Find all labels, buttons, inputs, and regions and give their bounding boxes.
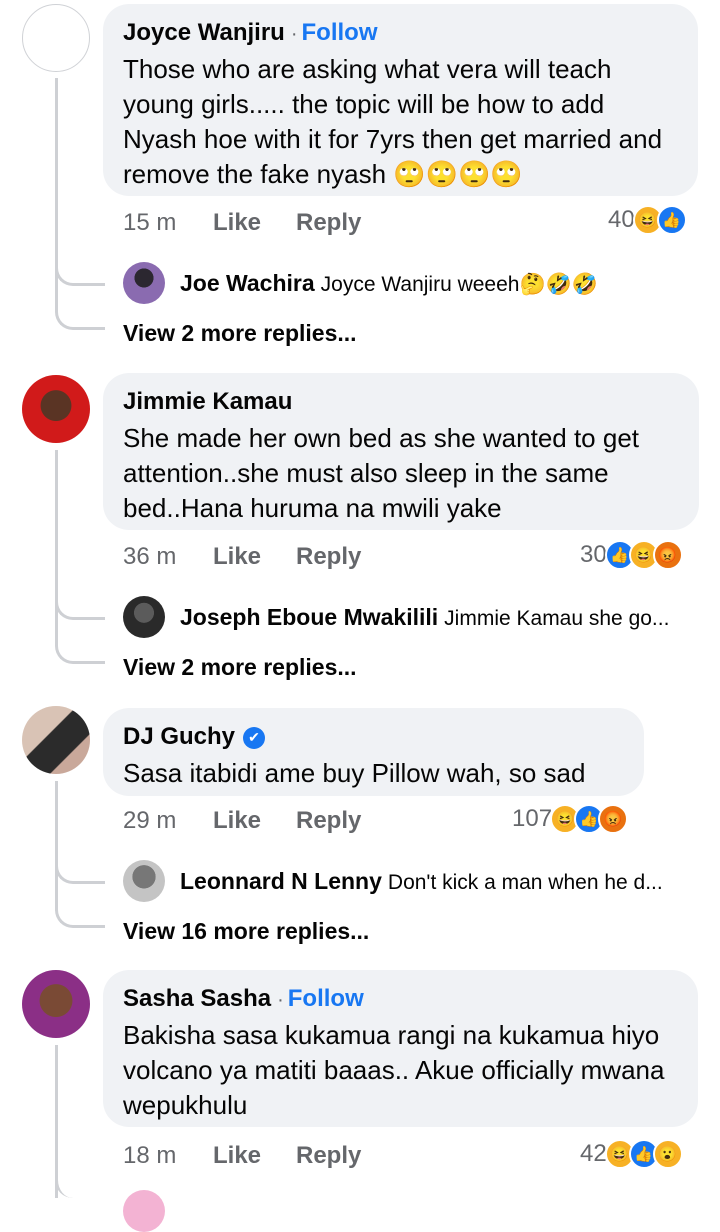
- reply-button[interactable]: Reply: [296, 807, 361, 835]
- separator-dot: ·: [290, 23, 298, 45]
- comment-actions: 29 m Like Reply: [123, 807, 361, 835]
- comment-time[interactable]: 29 m: [123, 807, 213, 835]
- verified-badge-icon: ✔: [243, 726, 266, 749]
- comment-actions: 18 m Like Reply: [123, 1142, 361, 1170]
- reaction-summary[interactable]: 30 👍 😆 😡: [580, 540, 683, 570]
- reply-text: Joyce Wanjiru weeeh🤔🤣🤣: [320, 273, 598, 296]
- comment-time[interactable]: 18 m: [123, 1142, 213, 1170]
- reply-avatar[interactable]: [123, 1190, 165, 1232]
- reply-avatar[interactable]: [123, 596, 165, 638]
- like-button[interactable]: Like: [213, 807, 296, 835]
- comment-bubble: Jimmie Kamau She made her own bed as she…: [103, 373, 699, 530]
- comment-time[interactable]: 15 m: [123, 209, 213, 237]
- reply-connector: [55, 854, 105, 884]
- reply-button[interactable]: Reply: [296, 209, 361, 237]
- comment-author[interactable]: DJ Guchy: [123, 723, 235, 750]
- reaction-count: 107: [512, 805, 553, 832]
- comment-text: She made her own bed as she wanted to ge…: [123, 423, 640, 523]
- reply-button[interactable]: Reply: [296, 1142, 361, 1170]
- comment-time[interactable]: 36 m: [123, 543, 213, 571]
- wow-reaction-icon: 😮: [652, 1139, 683, 1169]
- like-button[interactable]: Like: [213, 543, 296, 571]
- thread-line: [55, 450, 58, 646]
- reply-connector: [55, 590, 105, 620]
- like-reaction-icon: 👍: [656, 205, 687, 235]
- comment-actions: 36 m Like Reply: [123, 543, 361, 571]
- like-button[interactable]: Like: [213, 209, 296, 237]
- reply-connector: [55, 300, 105, 330]
- reaction-summary[interactable]: 40 😆 👍: [608, 205, 687, 235]
- reply-preview[interactable]: Joseph Eboue Mwakilili Jimmie Kamau she g…: [180, 604, 669, 631]
- follow-button[interactable]: Follow: [288, 985, 364, 1012]
- comment-author[interactable]: Joyce Wanjiru: [123, 19, 285, 46]
- comment-actions: 15 m Like Reply: [123, 209, 361, 237]
- reply-avatar[interactable]: [123, 860, 165, 902]
- reply-connector: [55, 898, 105, 928]
- comment-bubble: Joyce Wanjiru · Follow Those who are askin…: [103, 4, 698, 196]
- follow-button[interactable]: Follow: [302, 19, 378, 46]
- view-more-replies[interactable]: View 2 more replies...: [123, 320, 357, 347]
- comment-text: Bakisha sasa kukamua rangi na kukamua hi…: [123, 1020, 665, 1120]
- like-button[interactable]: Like: [213, 1142, 296, 1170]
- reply-button[interactable]: Reply: [296, 543, 361, 571]
- view-more-replies[interactable]: View 2 more replies...: [123, 654, 357, 681]
- reaction-count: 30: [580, 541, 607, 568]
- reaction-count: 40: [608, 206, 635, 233]
- avatar[interactable]: [22, 970, 90, 1038]
- reply-preview[interactable]: Joe Wachira Joyce Wanjiru weeeh🤔🤣🤣: [180, 270, 598, 297]
- comment-text: Sasa itabidi ame buy Pillow wah, so sad: [123, 758, 586, 788]
- reply-text: Don't kick a man when he d...: [387, 871, 663, 894]
- reply-connector: [55, 256, 105, 286]
- avatar[interactable]: [22, 4, 90, 72]
- reply-author[interactable]: Leonnard N Lenny: [180, 868, 382, 894]
- separator-dot: ·: [277, 989, 284, 1011]
- reply-avatar[interactable]: [123, 262, 165, 304]
- angry-reaction-icon: 😡: [652, 540, 683, 570]
- view-more-replies[interactable]: View 16 more replies...: [123, 918, 369, 945]
- reply-preview[interactable]: Leonnard N Lenny Don't kick a man when he…: [180, 868, 663, 895]
- avatar[interactable]: [22, 706, 90, 774]
- comment-bubble: DJ Guchy ✔ Sasa itabidi ame buy Pillow wa…: [103, 708, 644, 796]
- reply-author[interactable]: Joseph Eboue Mwakilili: [180, 604, 438, 630]
- reply-author[interactable]: Joe Wachira: [180, 270, 315, 296]
- comment-author[interactable]: Sasha Sasha: [123, 985, 271, 1012]
- angry-reaction-icon: 😡: [598, 804, 629, 834]
- reply-connector: [55, 634, 105, 664]
- reply-text: Jimmie Kamau she go...: [444, 607, 670, 630]
- avatar[interactable]: [22, 375, 90, 443]
- comment-author[interactable]: Jimmie Kamau: [123, 388, 292, 415]
- comment-bubble: Sasha Sasha · Follow Bakisha sasa kukamua …: [103, 970, 698, 1127]
- reaction-count: 42: [580, 1140, 607, 1167]
- reaction-summary[interactable]: 107 😆 👍 😡: [512, 804, 629, 834]
- comment-text: Those who are asking what vera will teac…: [123, 54, 663, 189]
- thread-line: [55, 781, 58, 911]
- reaction-summary[interactable]: 42 😆 👍 😮: [580, 1139, 683, 1169]
- reply-connector: [55, 1170, 105, 1198]
